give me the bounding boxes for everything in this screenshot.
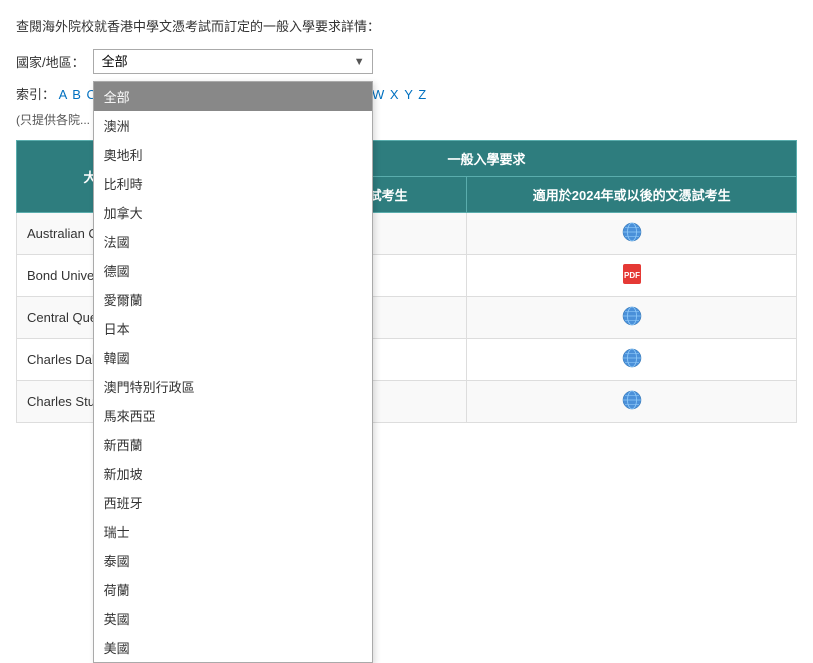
dropdown-item[interactable]: 澳洲: [94, 111, 372, 140]
globe-icon[interactable]: [621, 305, 643, 327]
dropdown-item[interactable]: 比利時: [94, 169, 372, 198]
index-prefix: 索引：: [16, 87, 55, 102]
region-select[interactable]: 全部澳洲奧地利比利時加拿大法國德國愛爾蘭日本韓國澳門特別行政區馬來西亞新西蘭新加…: [93, 49, 373, 74]
col-header-from2024: 適用於2024年或以後的文憑試考生: [467, 177, 797, 213]
select-wrapper: 全部澳洲奧地利比利時加拿大法國德國愛爾蘭日本韓國澳門特別行政區馬來西亞新西蘭新加…: [93, 49, 373, 74]
dropdown-item[interactable]: 荷蘭: [94, 575, 372, 604]
dropdown-item[interactable]: 德國: [94, 256, 372, 285]
field-label: 國家/地區：: [16, 52, 85, 71]
dropdown-item[interactable]: 加拿大: [94, 198, 372, 227]
dropdown-item[interactable]: 泰國: [94, 546, 372, 575]
index-letter-b[interactable]: B: [72, 87, 84, 102]
dropdown-item[interactable]: 新西蘭: [94, 430, 372, 459]
dropdown-overlay[interactable]: 全部澳洲奧地利比利時加拿大法國德國愛爾蘭日本韓國澳門特別行政區馬來西亞新西蘭新加…: [93, 81, 373, 663]
index-letter-w[interactable]: W: [372, 87, 388, 102]
dropdown-item[interactable]: 美國: [94, 633, 372, 662]
dropdown-item[interactable]: 全部: [94, 82, 372, 111]
globe-icon[interactable]: [621, 221, 643, 243]
globe-icon[interactable]: [621, 347, 643, 369]
dropdown-item[interactable]: 新加坡: [94, 459, 372, 488]
svg-text:PDF: PDF: [624, 271, 640, 280]
dropdown-item[interactable]: 瑞士: [94, 517, 372, 546]
globe-icon[interactable]: [621, 389, 643, 411]
dropdown-item[interactable]: 馬來西亞: [94, 401, 372, 430]
dropdown-item[interactable]: 愛爾蘭: [94, 285, 372, 314]
cell-from2024: PDF: [467, 255, 797, 297]
pdf-icon[interactable]: PDF: [621, 263, 643, 285]
index-letter-x[interactable]: X: [390, 87, 402, 102]
page-wrapper: 查閱海外院校就香港中學文憑考試而訂定的一般入學要求詳情： 國家/地區： 全部澳洲…: [0, 0, 813, 439]
intro-text: 查閱海外院校就香港中學文憑考試而訂定的一般入學要求詳情：: [16, 16, 797, 35]
field-row: 國家/地區： 全部澳洲奧地利比利時加拿大法國德國愛爾蘭日本韓國澳門特別行政區馬來…: [16, 49, 797, 74]
dropdown-item[interactable]: 奧地利: [94, 140, 372, 169]
index-letter-y[interactable]: Y: [404, 87, 416, 102]
cell-from2024: [467, 339, 797, 381]
cell-from2024: [467, 213, 797, 255]
dropdown-item[interactable]: 英國: [94, 604, 372, 633]
index-letter-z[interactable]: Z: [418, 87, 426, 102]
dropdown-item[interactable]: 韓國: [94, 343, 372, 372]
dropdown-item[interactable]: 西班牙: [94, 488, 372, 517]
cell-from2024: [467, 381, 797, 423]
dropdown-item[interactable]: 日本: [94, 314, 372, 343]
dropdown-item[interactable]: 法國: [94, 227, 372, 256]
cell-from2024: [467, 297, 797, 339]
index-letter-a[interactable]: A: [59, 87, 71, 102]
dropdown-item[interactable]: 澳門特別行政區: [94, 372, 372, 401]
